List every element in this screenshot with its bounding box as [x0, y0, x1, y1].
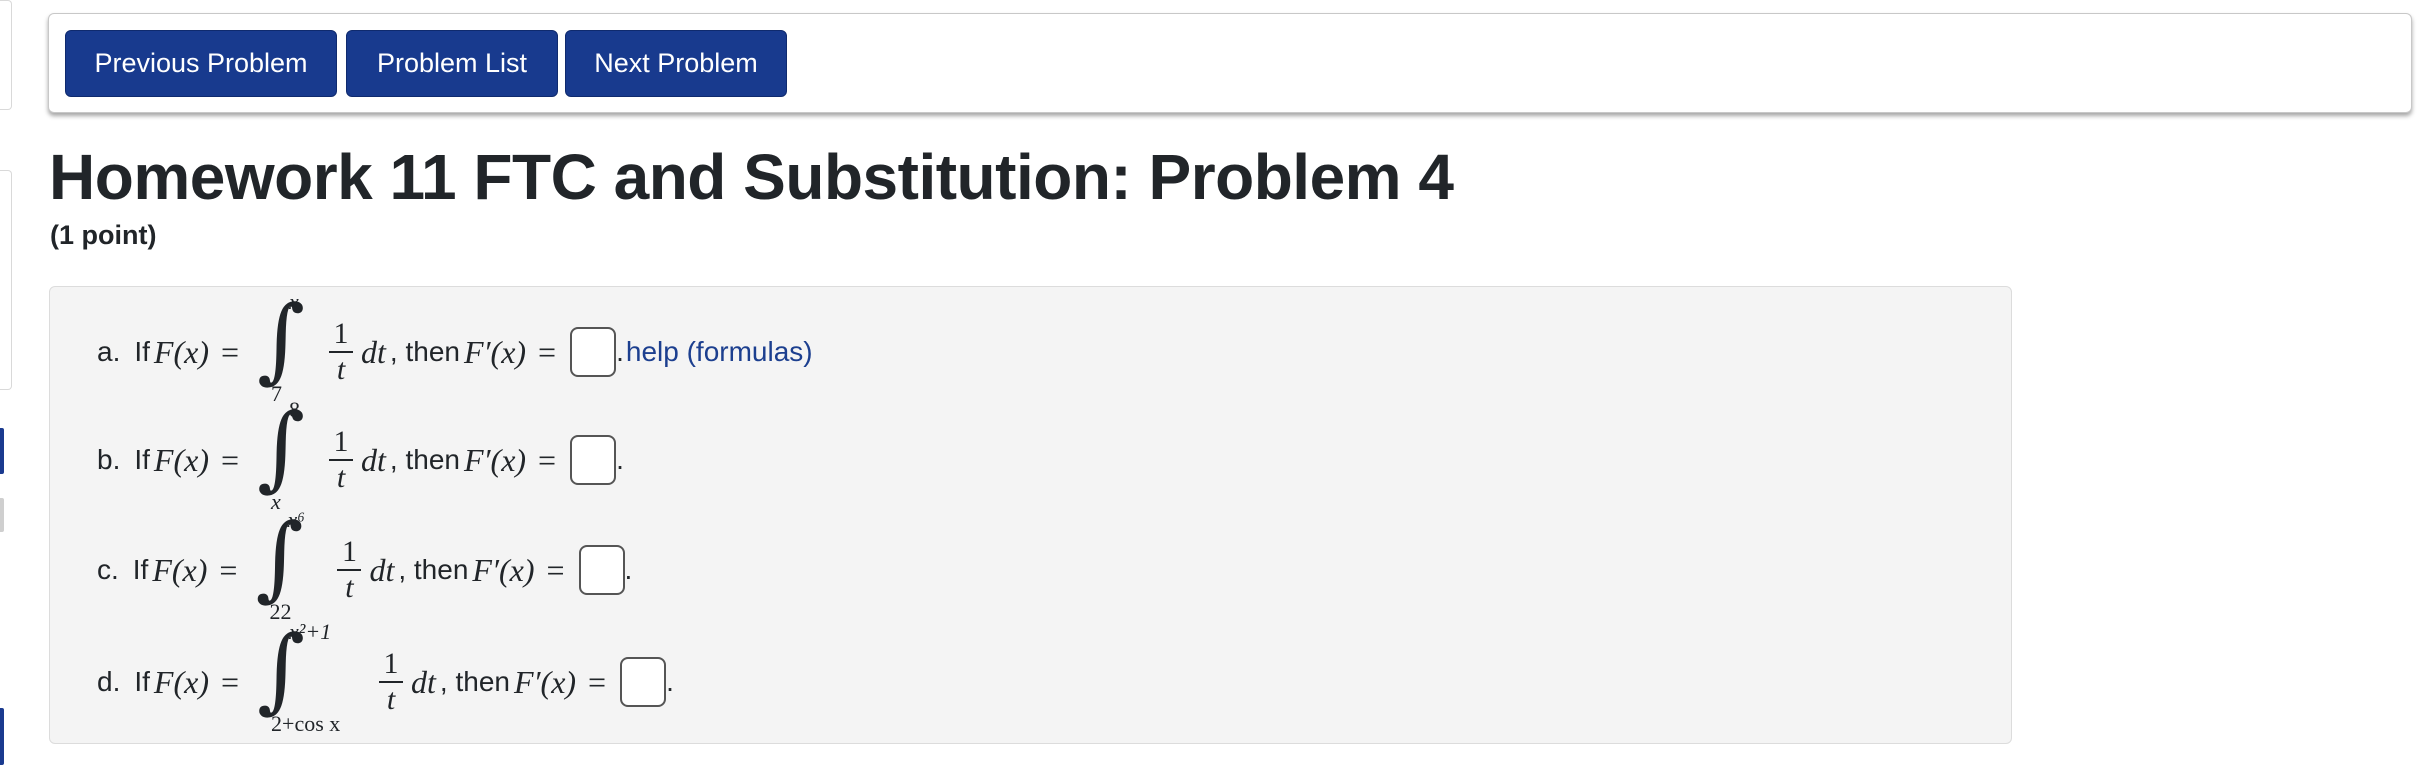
equals-sign: =: [220, 663, 240, 700]
numerator: 1: [383, 647, 399, 680]
part-label: c.: [97, 554, 119, 585]
denominator: t: [336, 461, 346, 494]
differential: dt: [411, 663, 436, 700]
upper-limit: 8: [289, 397, 301, 422]
then-text: , then: [389, 444, 460, 475]
differential: dt: [361, 333, 386, 370]
denominator: t: [336, 353, 346, 386]
answer-input-c[interactable]: [578, 545, 625, 595]
equals-sign: =: [538, 333, 557, 370]
help-formulas-link[interactable]: help (formulas): [626, 336, 813, 368]
equals-sign: =: [219, 551, 238, 588]
denominator: t: [386, 683, 396, 716]
points-label: (1 point): [50, 220, 157, 250]
sidebar-marker[interactable]: [0, 498, 4, 532]
integrand-fraction: 1 t: [379, 647, 404, 717]
sidebar-active-marker[interactable]: [0, 428, 4, 474]
differential: dt: [369, 551, 395, 588]
part-a: a. If F(x) = ∫ x 7 1 t dt , then F′(x) =…: [97, 286, 813, 407]
differential: dt: [361, 441, 386, 478]
sidebar-active-marker-bottom[interactable]: [0, 708, 4, 765]
part-d: d. If F(x) = ∫ x²+1 2+cos x 1 t dt , the…: [97, 616, 676, 737]
if-text: If: [132, 554, 149, 585]
if-text: If: [134, 444, 150, 475]
derivative-expr: F′(x): [472, 551, 535, 588]
page-title: Homework 11 FTC and Substitution: Proble…: [49, 141, 1454, 213]
answer-input-b[interactable]: [570, 435, 617, 485]
integral: ∫ 8 x: [251, 394, 311, 515]
then-text: , then: [398, 554, 469, 585]
part-label: d.: [97, 666, 121, 697]
function-expr: F(x): [153, 333, 209, 370]
answer-input-a[interactable]: [570, 327, 617, 377]
part-c: c. If F(x) = ∫ x⁶ 22 1 t dt , then F′(x)…: [97, 504, 634, 625]
then-text: , then: [389, 336, 460, 367]
integrand-fraction: 1 t: [337, 535, 362, 605]
upper-limit: x⁶: [287, 507, 305, 532]
period: .: [616, 336, 624, 367]
then-text: , then: [439, 666, 510, 697]
problem-list-button[interactable]: Problem List: [346, 30, 558, 97]
problem-body: a. If F(x) = ∫ x 7 1 t dt , then F′(x) =…: [49, 286, 2012, 744]
denominator: t: [345, 571, 354, 604]
derivative-expr: F′(x): [463, 333, 527, 370]
sidebar-panel-middle: [0, 170, 12, 390]
equals-sign: =: [538, 441, 557, 478]
function-expr: F(x): [152, 551, 208, 588]
numerator: 1: [333, 317, 349, 350]
derivative-expr: F′(x): [463, 441, 527, 478]
lower-limit: 2+cos x: [271, 711, 341, 736]
next-problem-button[interactable]: Next Problem: [565, 30, 787, 97]
if-text: If: [134, 336, 150, 367]
period: .: [666, 666, 674, 697]
upper-limit: x²+1: [289, 619, 332, 644]
function-expr: F(x): [153, 441, 209, 478]
integral: ∫ x⁶ 22: [249, 504, 319, 625]
equals-sign: =: [546, 551, 565, 588]
if-text: If: [134, 666, 150, 697]
period: .: [616, 444, 624, 475]
integral: ∫ x²+1 2+cos x: [251, 616, 361, 737]
problem-nav-bar: Previous Problem Problem List Next Probl…: [48, 13, 2412, 113]
period: .: [624, 554, 633, 585]
part-label: a.: [97, 336, 121, 367]
numerator: 1: [333, 425, 349, 458]
previous-problem-button[interactable]: Previous Problem: [65, 30, 337, 97]
equals-sign: =: [588, 663, 607, 700]
integrand-fraction: 1 t: [329, 317, 354, 387]
part-label: b.: [97, 444, 121, 475]
function-expr: F(x): [153, 663, 209, 700]
sidebar-panel-top: [0, 0, 12, 110]
equals-sign: =: [220, 441, 240, 478]
equals-sign: =: [220, 333, 240, 370]
sidebar-edge: [0, 0, 14, 765]
integrand-fraction: 1 t: [329, 425, 354, 495]
answer-input-d[interactable]: [620, 657, 667, 707]
integral: ∫ x 7: [251, 286, 311, 407]
derivative-expr: F′(x): [513, 663, 577, 700]
numerator: 1: [341, 535, 357, 568]
upper-limit: x: [289, 289, 299, 314]
part-b: b. If F(x) = ∫ 8 x 1 t dt , then F′(x) =…: [97, 394, 626, 515]
